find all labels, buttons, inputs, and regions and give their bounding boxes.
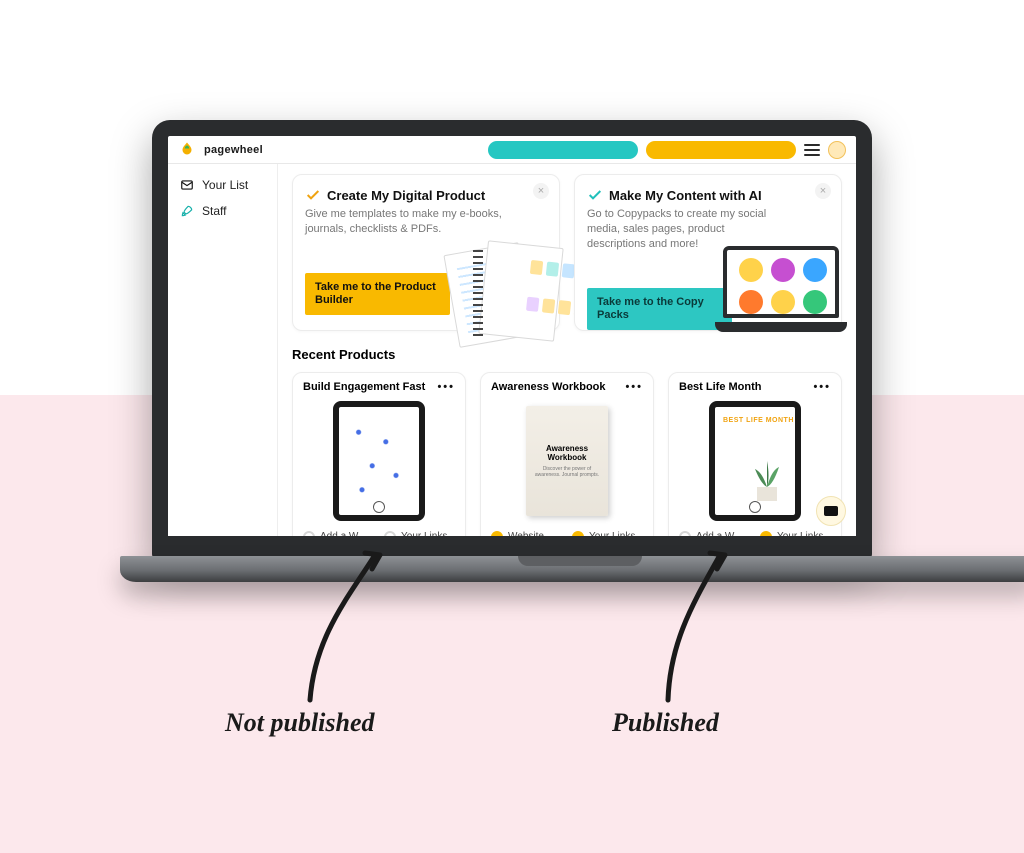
mini-laptop-illustration xyxy=(715,246,847,336)
cta-copy-packs[interactable]: Take me to the Copy Packs xyxy=(587,288,732,330)
card-title: Create My Digital Product xyxy=(305,187,547,203)
app-root: pagewheel Your List xyxy=(168,136,856,536)
product-card: Build Engagement Fast ••• Add a W... You… xyxy=(292,372,466,536)
topbar-cta-2[interactable] xyxy=(646,141,796,159)
topbar: pagewheel xyxy=(168,136,856,164)
sidebar: Your List Staff xyxy=(168,164,278,536)
meta-your-links[interactable]: Your Links xyxy=(572,531,643,536)
notebook-illustration xyxy=(447,244,567,344)
sidebar-item-label: Your List xyxy=(202,178,248,192)
product-card: Awareness Workbook ••• Awareness Workboo… xyxy=(480,372,654,536)
sidebar-item-label: Staff xyxy=(202,204,226,218)
logo-text: pagewheel xyxy=(204,144,263,156)
meta-your-links[interactable]: Your Links xyxy=(384,531,455,536)
app-body: Your List Staff × xyxy=(168,164,856,536)
meta-add-website[interactable]: Add a W... xyxy=(303,531,374,536)
product-list: Build Engagement Fast ••• Add a W... You… xyxy=(292,372,842,536)
card-make-content: × Make My Content with AI Go to Copypack… xyxy=(574,174,842,331)
product-title: Build Engagement Fast xyxy=(303,381,425,393)
card-create-product: × Create My Digital Product Give me temp… xyxy=(292,174,560,331)
cta-product-builder[interactable]: Take me to the Product Builder xyxy=(305,273,450,315)
product-title: Best Life Month xyxy=(679,381,762,393)
more-icon[interactable]: ••• xyxy=(813,381,831,393)
sidebar-item-staff[interactable]: Staff xyxy=(168,198,277,224)
card-title: Make My Content with AI xyxy=(587,187,829,203)
check-icon xyxy=(587,187,603,203)
close-icon[interactable]: × xyxy=(533,183,549,199)
onboarding-cards: × Create My Digital Product Give me temp… xyxy=(292,174,842,331)
product-thumbnail[interactable]: Awareness Workbook Discover the power of… xyxy=(491,399,643,523)
help-widget[interactable] xyxy=(816,496,846,526)
meta-add-website[interactable]: Add a W... xyxy=(679,531,750,536)
product-title: Awareness Workbook xyxy=(491,381,606,393)
product-thumbnail[interactable] xyxy=(303,399,455,523)
laptop-mockup: pagewheel Your List xyxy=(120,120,904,582)
sidebar-item-your-list[interactable]: Your List xyxy=(168,172,277,198)
rocket-icon xyxy=(180,204,194,218)
more-icon[interactable]: ••• xyxy=(437,381,455,393)
main: × Create My Digital Product Give me temp… xyxy=(278,164,856,536)
meta-your-links[interactable]: Your Links xyxy=(760,531,831,536)
card-body: Go to Copypacks to create my social medi… xyxy=(587,207,785,252)
logo-icon xyxy=(178,141,196,159)
avatar[interactable] xyxy=(828,141,846,159)
menu-icon[interactable] xyxy=(804,144,820,156)
check-icon xyxy=(305,187,321,203)
close-icon[interactable]: × xyxy=(815,183,831,199)
laptop-base xyxy=(120,556,1024,582)
more-icon[interactable]: ••• xyxy=(625,381,643,393)
card-body: Give me templates to make my e-books, jo… xyxy=(305,207,503,237)
section-recent-title: Recent Products xyxy=(292,347,842,362)
meta-website[interactable]: Website xyxy=(491,531,562,536)
annotation-published: Published xyxy=(612,708,719,738)
laptop-screen: pagewheel Your List xyxy=(152,120,872,560)
mail-icon xyxy=(180,178,194,192)
plant-icon xyxy=(747,457,787,503)
product-thumbnail[interactable]: BEST LIFE MONTH xyxy=(679,399,831,523)
annotation-not-published: Not published xyxy=(225,708,375,738)
topbar-cta-1[interactable] xyxy=(488,141,638,159)
